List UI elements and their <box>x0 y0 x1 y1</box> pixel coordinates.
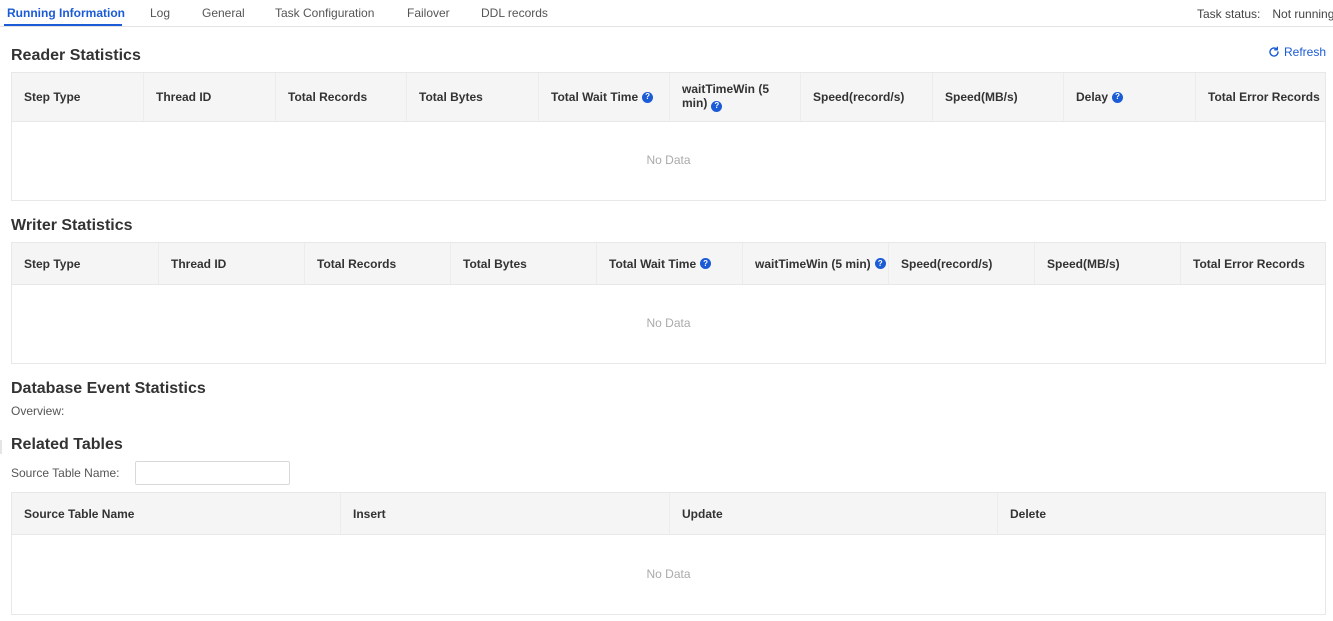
empty-state: No Data <box>646 153 691 167</box>
empty-state: No Data <box>646 316 691 330</box>
tab-general[interactable]: General <box>202 6 245 27</box>
refresh-label: Refresh <box>1284 45 1327 59</box>
column-header: Total Wait Time? <box>596 243 742 284</box>
column-header: Thread ID <box>143 73 275 121</box>
column-header: Thread ID <box>158 243 304 284</box>
table-header: Step Type Thread ID Total Records Total … <box>12 243 1325 285</box>
column-header: Source Table Name <box>24 506 135 521</box>
column-header: Total Bytes <box>450 243 596 284</box>
help-icon[interactable]: ? <box>711 100 723 112</box>
column-header: Speed(MB/s) <box>1034 243 1180 284</box>
column-header: Total Error Records <box>1180 243 1325 284</box>
database-event-statistics-title: Database Event Statistics <box>11 380 206 397</box>
overview-label: Overview: <box>11 404 65 418</box>
column-header: Speed(record/s) <box>888 243 1034 284</box>
help-icon[interactable]: ? <box>642 91 654 103</box>
task-status-label: Task status: <box>1197 7 1261 21</box>
column-header: Delay? <box>1063 73 1195 121</box>
task-status: Task status: Not running <box>1197 7 1333 21</box>
column-header: Total Error Records <box>1195 73 1325 121</box>
column-header: Speed(MB/s) <box>932 73 1063 121</box>
source-table-name-label: Source Table Name: <box>11 466 120 480</box>
column-header: waitTimeWin (5 min)? <box>669 73 800 121</box>
column-header: Update <box>669 493 997 534</box>
reader-statistics-title: Reader Statistics <box>11 47 141 64</box>
reader-statistics-table: Step Type Thread ID Total Records Total … <box>11 72 1326 201</box>
task-status-value: Not running <box>1272 7 1333 21</box>
table-header: Source Table Name Insert Update Delete <box>12 493 1325 535</box>
source-table-name-input[interactable] <box>135 461 290 485</box>
column-header: waitTimeWin (5 min)? <box>742 243 888 284</box>
help-icon[interactable]: ? <box>1112 91 1124 103</box>
tab-failover[interactable]: Failover <box>407 6 450 27</box>
table-header: Step Type Thread ID Total Records Total … <box>12 73 1325 122</box>
tab-bar: Running Information Log General Task Con… <box>0 0 1333 27</box>
help-icon[interactable]: ? <box>700 258 712 269</box>
column-header: Step Type <box>24 256 81 271</box>
column-header: Total Records <box>304 243 450 284</box>
empty-state: No Data <box>646 567 691 581</box>
divider <box>0 440 2 454</box>
column-header: Total Records <box>275 73 406 121</box>
table-body: No Data <box>12 285 1325 363</box>
help-icon[interactable]: ? <box>874 258 886 269</box>
tab-log[interactable]: Log <box>150 6 170 27</box>
column-header: Insert <box>340 493 669 534</box>
column-header: Step Type <box>24 90 81 104</box>
column-header: Speed(record/s) <box>800 73 932 121</box>
column-header: Total Wait Time? <box>538 73 669 121</box>
active-tab-indicator <box>4 24 122 26</box>
table-body: No Data <box>12 535 1325 614</box>
column-header: Delete <box>997 493 1325 534</box>
table-body: No Data <box>12 122 1325 200</box>
related-tables-title: Related Tables <box>11 436 123 453</box>
tab-ddl-records[interactable]: DDL records <box>481 6 548 27</box>
refresh-icon <box>1269 46 1279 57</box>
writer-statistics-title: Writer Statistics <box>11 217 133 234</box>
related-tables-table: Source Table Name Insert Update Delete N… <box>11 492 1326 615</box>
refresh-button[interactable]: Refresh <box>1268 45 1326 59</box>
column-header: Total Bytes <box>406 73 538 121</box>
writer-statistics-table: Step Type Thread ID Total Records Total … <box>11 242 1326 364</box>
tab-task-configuration[interactable]: Task Configuration <box>275 6 374 27</box>
